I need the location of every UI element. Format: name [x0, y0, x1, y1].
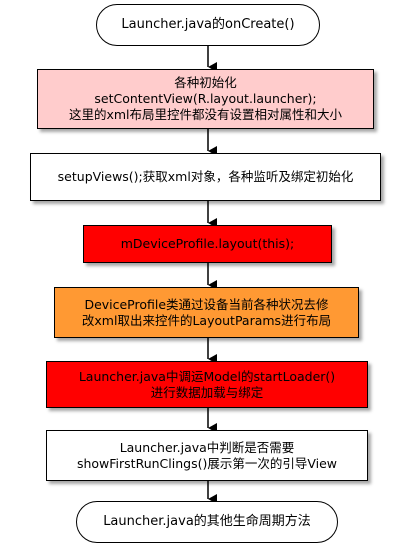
device-profile-node: mDeviceProfile.layout(this); [83, 225, 332, 263]
clings-node-line-2: showFirstRunClings()展示第一次的引导View [76, 455, 338, 471]
device-profile-node-label: mDeviceProfile.layout(this); [120, 236, 295, 251]
init-node-line-3: 这里的xml布局里控件都没有设置相对属性和大小 [68, 107, 343, 122]
clings-node-line-1: Launcher.java中判断是否需要 [119, 439, 295, 455]
start-node: Launcher.java的onCreate() [96, 4, 320, 46]
setup-views-node: setupViews();获取xml对象，各种监听及绑定初始化 [30, 153, 381, 201]
setup-views-node-label: setupViews();获取xml对象，各种监听及绑定初始化 [57, 169, 354, 184]
start-node-label: Launcher.java的onCreate() [121, 17, 295, 32]
layout-params-node-line-1: DeviceProfile类通过设备当前各种状况去修 [84, 296, 329, 312]
end-node: Launcher.java的其他生命周期方法 [76, 501, 338, 543]
start-loader-node-line-2: 进行数据加载与绑定 [150, 384, 264, 400]
end-node-label: Launcher.java的其他生命周期方法 [103, 514, 311, 529]
start-loader-node: Launcher.java中调运Model的startLoader() 进行数据… [46, 361, 368, 408]
clings-node: Launcher.java中判断是否需要 showFirstRunClings(… [46, 430, 368, 481]
init-node: 各种初始化 setContentView(R.layout.launcher);… [37, 69, 374, 129]
layout-params-node-line-2: 改xml取出来控件的LayoutParams进行布局 [81, 312, 332, 328]
layout-params-node: DeviceProfile类通过设备当前各种状况去修 改xml取出来控件的Lay… [54, 287, 359, 338]
start-loader-node-line-1: Launcher.java中调运Model的startLoader() [78, 368, 336, 384]
init-node-line-1: 各种初始化 [174, 75, 237, 90]
init-node-line-2: setContentView(R.layout.launcher); [94, 91, 317, 106]
